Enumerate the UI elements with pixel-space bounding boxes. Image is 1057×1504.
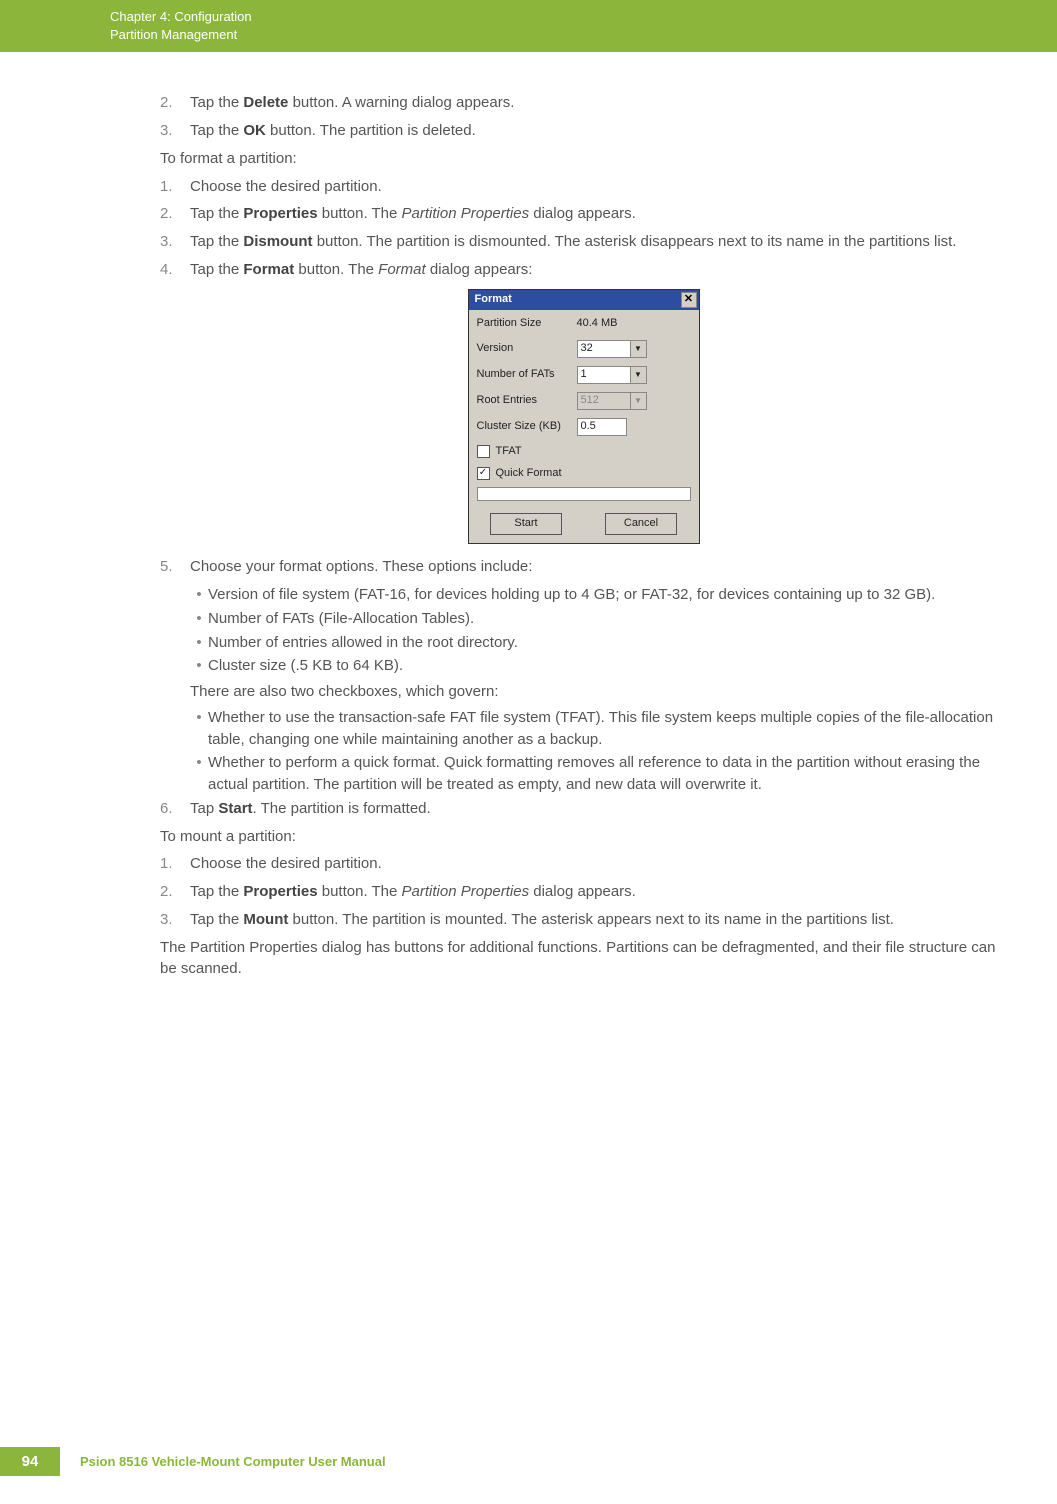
page-header: Chapter 4: Configuration Partition Manag… (0, 0, 1057, 52)
step-number: 1. (160, 176, 190, 198)
page-footer: 94 Psion 8516 Vehicle-Mount Computer Use… (0, 1447, 386, 1476)
rootentries-dropdown: 512 ▼ (577, 392, 647, 410)
numfats-label: Number of FATs (477, 367, 577, 383)
bullet-dot: • (190, 655, 208, 677)
manual-title: Psion 8516 Vehicle-Mount Computer User M… (80, 1454, 386, 1469)
bullet: •Number of entries allowed in the root d… (160, 632, 1007, 654)
tfat-label: TFAT (496, 444, 522, 460)
bullet-text: Whether to perform a quick format. Quick… (208, 752, 1007, 796)
version-dropdown[interactable]: 32 ▼ (577, 340, 647, 358)
step-number: 2. (160, 881, 190, 903)
chevron-down-icon[interactable]: ▼ (630, 367, 646, 383)
step-4-format: 4. Tap the Format button. The Format dia… (160, 259, 1007, 281)
step-2: 2. Tap the Delete button. A warning dial… (160, 92, 1007, 114)
page-content: 2. Tap the Delete button. A warning dial… (0, 52, 1057, 980)
quickformat-checkbox[interactable]: ✓ (477, 467, 490, 480)
numfats-dropdown[interactable]: 1 ▼ (577, 366, 647, 384)
step-3-mount: 3. Tap the Mount button. The partition i… (160, 909, 1007, 931)
step-number: 5. (160, 556, 190, 578)
numfats-value: 1 (578, 367, 630, 383)
bullet-dot: • (190, 707, 208, 751)
paragraph: There are also two checkboxes, which gov… (190, 681, 1007, 703)
step-text: Tap the Properties button. The Partition… (190, 203, 1007, 225)
chevron-down-icon[interactable]: ▼ (630, 341, 646, 357)
step-number: 4. (160, 259, 190, 281)
close-icon[interactable]: ✕ (681, 292, 697, 308)
cluster-label: Cluster Size (KB) (477, 419, 577, 435)
step-text: Tap the Mount button. The partition is m… (190, 909, 1007, 931)
quickformat-label: Quick Format (496, 466, 562, 482)
version-value: 32 (578, 341, 630, 357)
format-dialog: Format ✕ Partition Size 40.4 MB Version … (468, 289, 700, 545)
step-text: Tap the OK button. The partition is dele… (190, 120, 1007, 142)
step-number: 2. (160, 203, 190, 225)
header-chapter: Chapter 4: Configuration (110, 8, 1057, 26)
step-text: Tap the Delete button. A warning dialog … (190, 92, 1007, 114)
dialog-figure: Format ✕ Partition Size 40.4 MB Version … (160, 289, 1007, 545)
step-number: 2. (160, 92, 190, 114)
tfat-checkbox[interactable] (477, 445, 490, 458)
bullet-dot: • (190, 632, 208, 654)
step-6-format: 6. Tap Start. The partition is formatted… (160, 798, 1007, 820)
step-text: Tap Start. The partition is formatted. (190, 798, 1007, 820)
start-button[interactable]: Start (490, 513, 562, 535)
paragraph: The Partition Properties dialog has butt… (160, 937, 1007, 981)
step-3: 3. Tap the OK button. The partition is d… (160, 120, 1007, 142)
bullet-text: Cluster size (.5 KB to 64 KB). (208, 655, 1007, 677)
bullet-dot: • (190, 584, 208, 606)
bullet: •Whether to perform a quick format. Quic… (160, 752, 1007, 796)
bullet-text: Number of entries allowed in the root di… (208, 632, 1007, 654)
step-number: 6. (160, 798, 190, 820)
paragraph: To format a partition: (160, 148, 1007, 170)
partition-size-label: Partition Size (477, 316, 577, 332)
dialog-title: Format (475, 292, 512, 308)
rootentries-label: Root Entries (477, 393, 577, 409)
bullet: •Number of FATs (File-Allocation Tables)… (160, 608, 1007, 630)
step-text: Choose your format options. These option… (190, 556, 1007, 578)
paragraph: To mount a partition: (160, 826, 1007, 848)
bullet-text: Number of FATs (File-Allocation Tables). (208, 608, 1007, 630)
bullet-text: Whether to use the transaction-safe FAT … (208, 707, 1007, 751)
step-2-mount: 2. Tap the Properties button. The Partit… (160, 881, 1007, 903)
bullet: •Whether to use the transaction-safe FAT… (160, 707, 1007, 751)
bullet-text: Version of file system (FAT-16, for devi… (208, 584, 1007, 606)
bullet-dot: • (190, 752, 208, 796)
step-5-format: 5. Choose your format options. These opt… (160, 556, 1007, 578)
cluster-input[interactable]: 0.5 (577, 418, 627, 436)
step-text: Choose the desired partition. (190, 176, 1007, 198)
step-1-format: 1. Choose the desired partition. (160, 176, 1007, 198)
progress-bar (477, 487, 691, 501)
chevron-down-icon: ▼ (630, 393, 646, 409)
step-1-mount: 1. Choose the desired partition. (160, 853, 1007, 875)
step-text: Choose the desired partition. (190, 853, 1007, 875)
step-text: Tap the Properties button. The Partition… (190, 881, 1007, 903)
dialog-body: Partition Size 40.4 MB Version 32 ▼ Numb… (469, 310, 699, 514)
version-label: Version (477, 341, 577, 357)
header-section: Partition Management (110, 26, 1057, 44)
cancel-button[interactable]: Cancel (605, 513, 677, 535)
step-number: 3. (160, 231, 190, 253)
rootentries-value: 512 (578, 393, 630, 409)
bullet: •Version of file system (FAT-16, for dev… (160, 584, 1007, 606)
step-number: 3. (160, 120, 190, 142)
step-number: 1. (160, 853, 190, 875)
step-text: Tap the Dismount button. The partition i… (190, 231, 1007, 253)
step-3-format: 3. Tap the Dismount button. The partitio… (160, 231, 1007, 253)
dialog-titlebar: Format ✕ (469, 290, 699, 310)
step-number: 3. (160, 909, 190, 931)
step-text: Tap the Format button. The Format dialog… (190, 259, 1007, 281)
bullet: •Cluster size (.5 KB to 64 KB). (160, 655, 1007, 677)
partition-size-value: 40.4 MB (577, 316, 691, 332)
step-2-format: 2. Tap the Properties button. The Partit… (160, 203, 1007, 225)
bullet-dot: • (190, 608, 208, 630)
page-number: 94 (0, 1447, 60, 1476)
